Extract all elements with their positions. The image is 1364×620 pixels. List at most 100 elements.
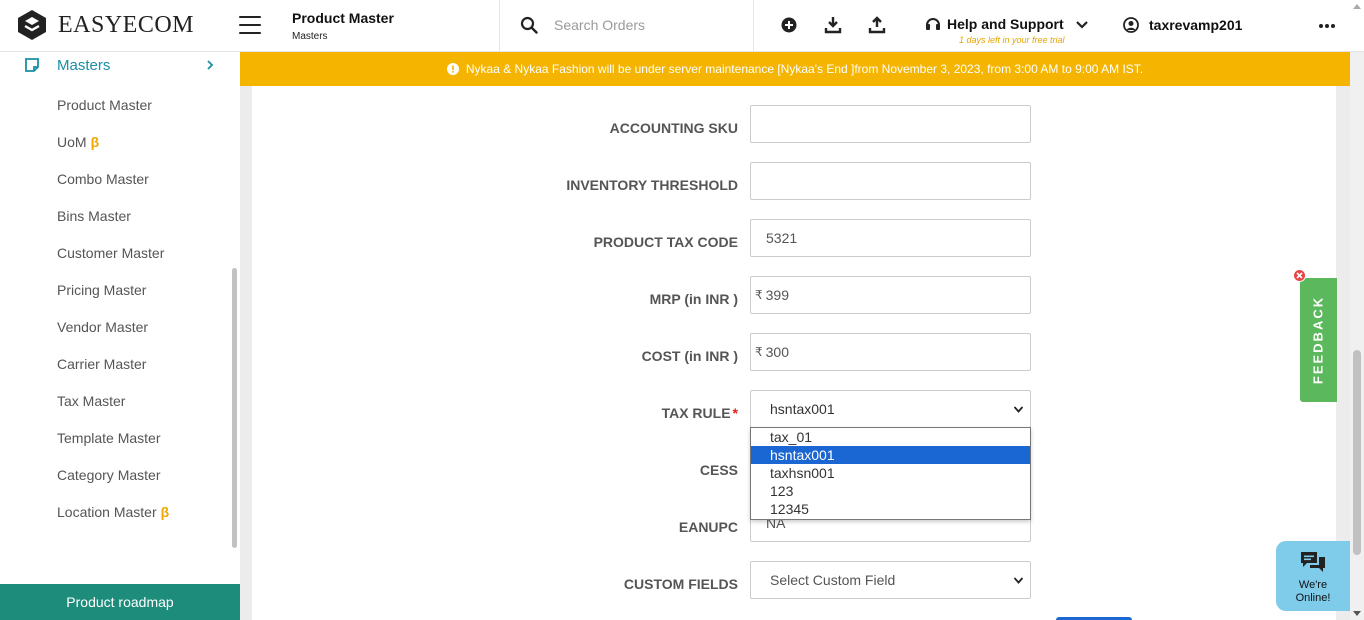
top-header: EASYECOM Product Master Masters Search O… (0, 0, 1364, 52)
product-form-card: ACCOUNTING SKU INVENTORY THRESHOLD PRODU… (252, 86, 1336, 620)
cess-label: CESS (699, 462, 738, 478)
beta-badge: β (160, 504, 170, 520)
cost-input[interactable]: ₹ 300 (750, 333, 1031, 371)
live-chat-widget[interactable]: We're Online! (1276, 541, 1350, 611)
brand-logo[interactable]: EASYECOM (16, 7, 194, 43)
scroll-down-arrow[interactable] (1353, 611, 1361, 616)
required-mark: * (732, 405, 738, 421)
sidebar-item-label: Vendor Master (57, 319, 149, 335)
tax-rule-option[interactable]: 123 (751, 482, 1030, 500)
maintenance-banner: Nykaa & Nykaa Fashion will be under serv… (240, 52, 1350, 86)
easyecom-logo-icon (18, 10, 46, 40)
sidebar-item-pricing-master[interactable]: Pricing Master (57, 282, 150, 298)
chat-status-text: We're Online! (1296, 579, 1331, 605)
sidebar-item-label: Combo Master (57, 171, 149, 187)
tax-rule-option[interactable]: hsntax001 (751, 446, 1030, 464)
mrp-value: 399 (765, 287, 789, 303)
accounting-sku-input[interactable] (750, 105, 1031, 143)
chat-line-2: Online! (1295, 592, 1331, 604)
sidebar: Masters Product Master UoM β Combo Master… (0, 52, 240, 620)
sidebar-section-masters[interactable]: Masters (24, 54, 224, 76)
sidebar-item-vendor-master[interactable]: Vendor Master (57, 319, 152, 335)
banner-text: Nykaa & Nykaa Fashion will be under serv… (465, 62, 1144, 76)
main-content: ACCOUNTING SKU INVENTORY THRESHOLD PRODU… (240, 86, 1350, 620)
username: taxrevamp201 (1149, 17, 1243, 33)
page-scrollbar-thumb[interactable] (1353, 350, 1361, 555)
search-icon[interactable] (520, 16, 538, 34)
page-scrollbar[interactable] (1350, 52, 1364, 620)
sidebar-item-tax-master[interactable]: Tax Master (57, 393, 129, 409)
page-title: Product Master (292, 10, 394, 26)
inventory-threshold-input[interactable] (750, 162, 1031, 200)
custom-fields-label: CUSTOM FIELDS (623, 576, 738, 592)
user-avatar-icon (1123, 17, 1139, 33)
close-icon[interactable] (1293, 269, 1306, 282)
upload-icon[interactable] (868, 16, 886, 34)
sidebar-item-customer-master[interactable]: Customer Master (57, 245, 168, 261)
chevron-down-icon (1013, 577, 1024, 584)
tax-rule-option[interactable]: taxhsn001 (751, 464, 1030, 482)
page-title-block: Product Master Masters (292, 10, 394, 42)
sidebar-item-carrier-master[interactable]: Carrier Master (57, 356, 150, 372)
product-roadmap-button[interactable]: Product roadmap (0, 584, 240, 620)
sidebar-item-label: Category Master (57, 467, 161, 483)
product-tax-code-label: PRODUCT TAX CODE (593, 234, 738, 250)
breadcrumb: Masters (292, 31, 328, 42)
sidebar-item-category-master[interactable]: Category Master (57, 467, 164, 483)
header-divider (499, 0, 500, 51)
info-icon (446, 63, 459, 75)
rupee-symbol: ₹ (755, 345, 763, 359)
header-divider (753, 0, 754, 51)
tax-rule-select[interactable]: hsntax001 (750, 390, 1031, 428)
tax-rule-label-text: TAX RULE (661, 405, 731, 421)
download-icon[interactable] (824, 16, 842, 34)
search-orders-input[interactable] (554, 17, 734, 33)
chevron-down-icon (1013, 406, 1024, 413)
chevron-down-icon (1075, 21, 1088, 29)
sidebar-scrollbar[interactable] (232, 268, 237, 548)
sidebar-item-label: Tax Master (57, 393, 126, 409)
chevron-right-icon (207, 60, 214, 70)
sidebar-item-template-master[interactable]: Template Master (57, 430, 164, 446)
sidebar-item-product-master[interactable]: Product Master (57, 97, 156, 113)
custom-fields-placeholder: Select Custom Field (770, 572, 896, 588)
tax-rule-dropdown: tax_01 hsntax001 taxhsn001 123 12345 (750, 427, 1031, 520)
more-options-icon[interactable] (1318, 17, 1336, 35)
tax-rule-option[interactable]: 12345 (751, 500, 1030, 518)
cost-value: 300 (765, 344, 789, 360)
tax-rule-label: TAX RULE * (252, 405, 738, 421)
sidebar-item-label: Pricing Master (57, 282, 147, 298)
sidebar-item-label: Customer Master (57, 245, 165, 261)
rupee-symbol: ₹ (755, 288, 763, 302)
sidebar-section-label: Masters (57, 56, 111, 74)
inventory-threshold-label: INVENTORY THRESHOLD (566, 177, 738, 193)
tax-rule-selected-value: hsntax001 (770, 401, 835, 417)
help-and-support-label: Help and Support (947, 16, 1064, 32)
menu-toggle-icon[interactable] (239, 16, 261, 34)
scroll-up-arrow[interactable] (1353, 4, 1361, 9)
tax-rule-option[interactable]: tax_01 (751, 428, 1030, 446)
sidebar-item-combo-master[interactable]: Combo Master (57, 171, 153, 187)
sidebar-item-location-master[interactable]: Location Master β (57, 504, 169, 520)
custom-fields-select[interactable]: Select Custom Field (750, 561, 1031, 599)
add-circle-icon[interactable] (780, 16, 798, 34)
chat-bubbles-icon (1301, 552, 1325, 572)
eanupc-label: EANUPC (678, 519, 738, 535)
user-menu[interactable]: taxrevamp201 (1123, 17, 1242, 33)
sidebar-item-bins-master[interactable]: Bins Master (57, 208, 135, 224)
sidebar-item-label: UoM (57, 134, 87, 150)
beta-badge: β (90, 134, 100, 150)
mrp-input[interactable]: ₹ 399 (750, 276, 1031, 314)
headset-icon (926, 18, 940, 30)
product-tax-code-input[interactable] (750, 219, 1031, 257)
feedback-tab[interactable]: FEEDBACK (1300, 278, 1337, 402)
sidebar-item-label: Template Master (57, 430, 161, 446)
help-and-support-menu[interactable]: Help and Support 1 days left in your fre… (925, 16, 1089, 45)
chat-line-1: We're (1298, 579, 1328, 591)
logo-text: EASYECOM (58, 11, 195, 38)
trial-notice: 1 days left in your free trial (959, 35, 1065, 45)
sidebar-item-label: Carrier Master (57, 356, 147, 372)
feedback-label: FEEDBACK (1310, 295, 1326, 385)
sidebar-item-uom[interactable]: UoM β (57, 134, 99, 150)
sidebar-item-label: Product Master (57, 97, 152, 113)
